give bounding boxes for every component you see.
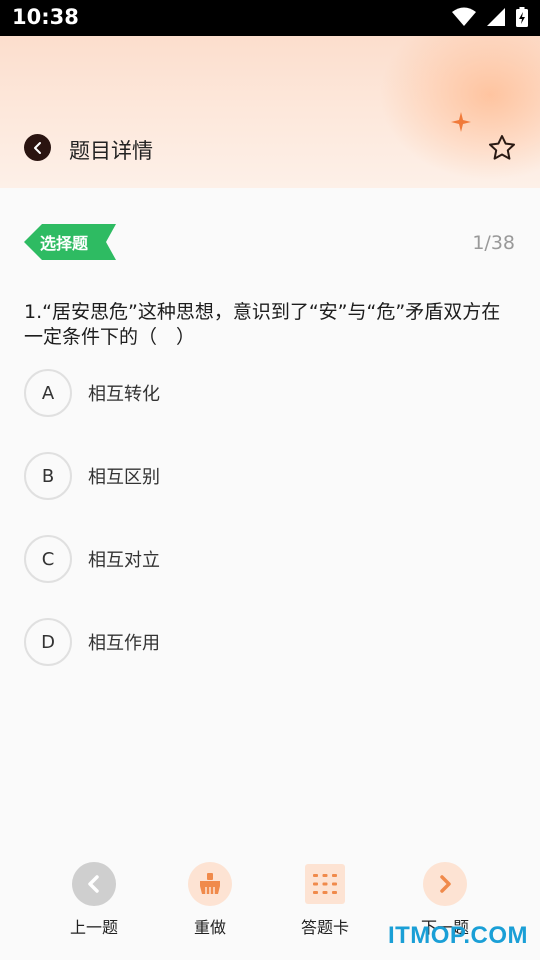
chevron-right-icon [440, 875, 451, 893]
option-letter: B [24, 452, 72, 500]
question-progress: 1/38 [472, 232, 515, 254]
page-title: 题目详情 [69, 139, 153, 163]
star-outline-icon [489, 135, 515, 160]
status-time: 10:38 [12, 5, 79, 29]
option-text: 相互区别 [88, 467, 160, 488]
option-d[interactable]: D 相互作用 [24, 616, 504, 668]
prev-question-button[interactable]: 上一题 [44, 862, 144, 938]
status-bar: 10:38 [0, 0, 540, 36]
watermark-text: ITMOP.COM [387, 922, 528, 949]
grid-icon [313, 874, 337, 894]
answer-card-label: 答题卡 [300, 918, 349, 937]
battery-charging-icon [516, 7, 528, 27]
wifi-icon [452, 7, 476, 26]
answer-card-icon-bg [305, 864, 345, 904]
option-letter: C [24, 535, 72, 583]
option-text: 相互转化 [88, 384, 160, 405]
option-text: 相互对立 [88, 550, 160, 571]
sparkle-icon [451, 112, 471, 132]
option-c[interactable]: C 相互对立 [24, 533, 504, 585]
question-type-label: 选择题 [40, 234, 89, 253]
redo-label: 重做 [193, 918, 226, 937]
favorite-button[interactable] [487, 133, 517, 167]
answer-card-button[interactable]: 答题卡 [275, 862, 375, 938]
prev-icon-circle [72, 862, 116, 906]
option-letter: A [24, 369, 72, 417]
question-type-tag: 选择题 [24, 224, 116, 260]
question-text: 1.“居安思危”这种思想，意识到了“安”与“危”矛盾双方在一定条件下的（ ） [24, 301, 501, 348]
signal-icon [487, 8, 505, 26]
chevron-left-icon [33, 141, 41, 154]
chevron-left-icon [88, 875, 99, 893]
option-letter: D [24, 618, 72, 666]
next-icon-circle [423, 862, 467, 906]
redo-button[interactable]: 重做 [160, 862, 260, 938]
broom-icon [200, 873, 220, 894]
option-b[interactable]: B 相互区别 [24, 450, 504, 502]
redo-icon-circle [188, 862, 232, 906]
option-text: 相互作用 [88, 633, 160, 654]
back-button[interactable] [24, 134, 51, 161]
status-icons [452, 7, 528, 27]
option-a[interactable]: A 相互转化 [24, 367, 504, 419]
prev-question-label: 上一题 [69, 918, 118, 937]
